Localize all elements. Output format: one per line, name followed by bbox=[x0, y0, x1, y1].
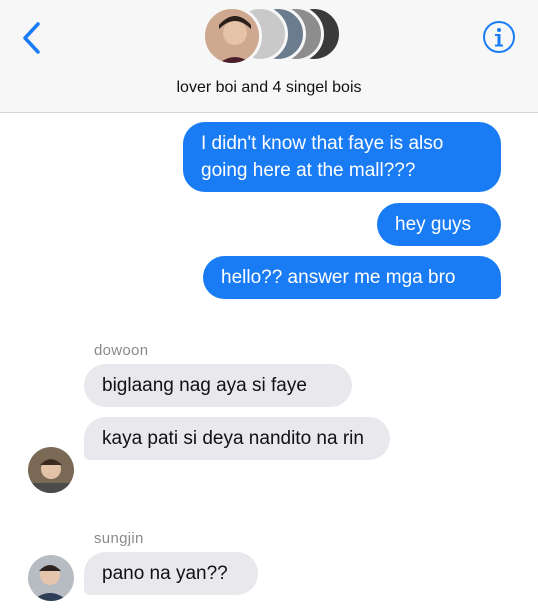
message-bubble-outgoing[interactable]: I didn't know that faye is also going he… bbox=[183, 122, 501, 192]
message-bubble-outgoing[interactable]: hey guys bbox=[377, 203, 501, 246]
avatar[interactable] bbox=[28, 447, 74, 493]
message-bubble-incoming[interactable]: biglaang nag aya si faye bbox=[84, 364, 352, 407]
conversation-header: lover boi and 4 singel bois bbox=[0, 0, 538, 113]
chevron-left-icon bbox=[23, 22, 40, 54]
message-bubble-incoming[interactable]: pano na yan?? bbox=[84, 552, 258, 595]
message-bubble-outgoing[interactable]: hello?? answer me mga bro bbox=[203, 256, 501, 299]
avatar bbox=[202, 6, 262, 66]
conversation-title[interactable]: lover boi and 4 singel bois bbox=[0, 79, 538, 97]
group-avatars[interactable] bbox=[202, 6, 342, 66]
avatar[interactable] bbox=[28, 555, 74, 601]
sender-name: sungjin bbox=[94, 530, 144, 547]
info-circle-icon bbox=[483, 21, 515, 53]
sender-name: dowoon bbox=[94, 342, 149, 359]
message-bubble-incoming[interactable]: kaya pati si deya nandito na rin bbox=[84, 417, 390, 460]
info-button[interactable] bbox=[482, 20, 516, 54]
back-button[interactable] bbox=[18, 20, 48, 56]
